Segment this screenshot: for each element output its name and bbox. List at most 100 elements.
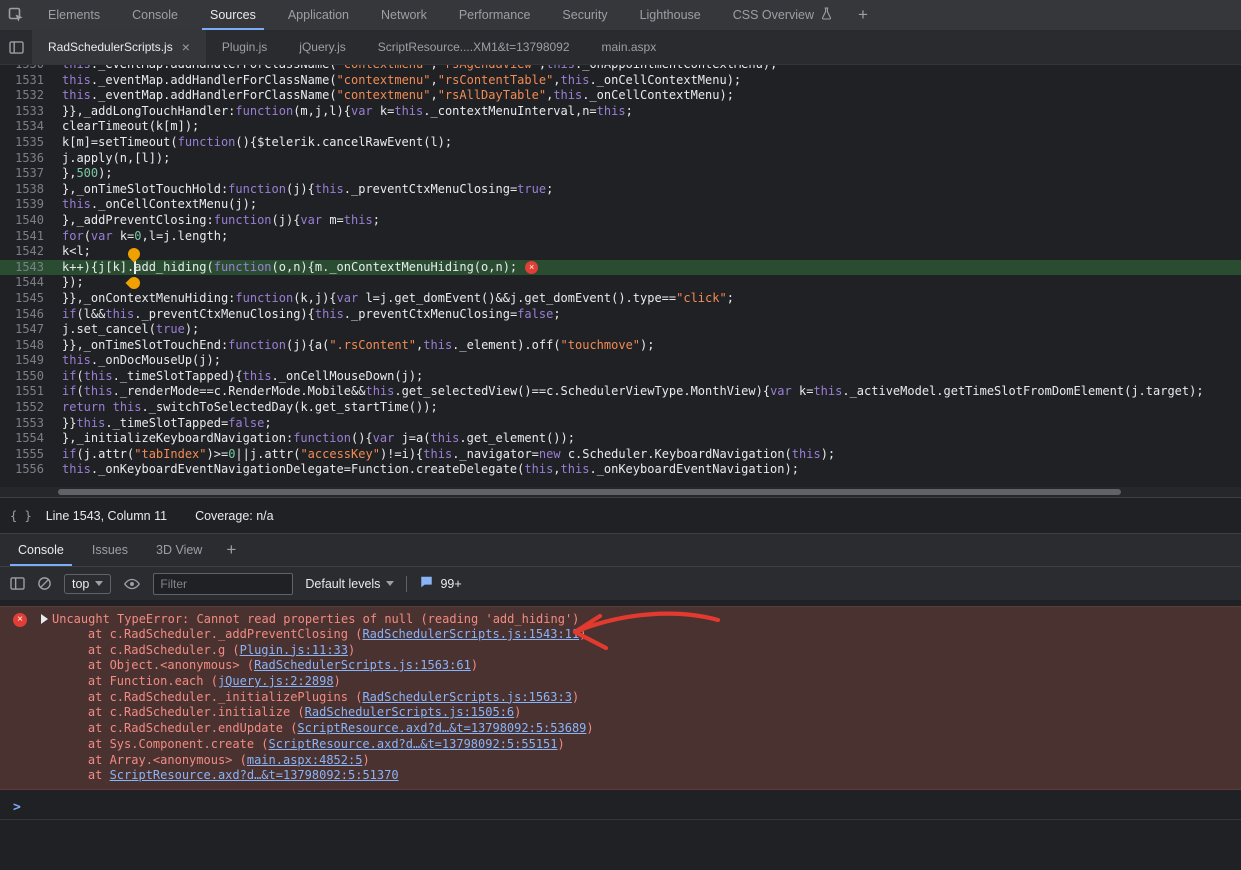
line-number[interactable]: 1540 bbox=[0, 213, 58, 229]
drawer-tab-issues[interactable]: Issues bbox=[78, 534, 142, 566]
scrollbar-thumb[interactable] bbox=[58, 489, 1121, 495]
file-tab-jquery-js[interactable]: jQuery.js bbox=[283, 30, 361, 64]
drawer-tab-console[interactable]: Console bbox=[4, 534, 78, 566]
main-tab-application[interactable]: Application bbox=[272, 0, 365, 30]
console-filter-input[interactable] bbox=[153, 573, 293, 595]
clear-console-icon[interactable] bbox=[37, 576, 52, 591]
inspect-element-icon[interactable] bbox=[0, 0, 32, 30]
line-number[interactable]: 1538 bbox=[0, 182, 58, 198]
context-selector-dropdown[interactable]: top bbox=[64, 574, 111, 594]
file-tabbar: RadSchedulerScripts.js×Plugin.jsjQuery.j… bbox=[0, 30, 1241, 65]
code-line-text: },_onTimeSlotTouchHold:function(j){this.… bbox=[58, 182, 553, 198]
code-line: 1532this._eventMap.addHandlerForClassNam… bbox=[0, 88, 1241, 104]
main-tab-sources[interactable]: Sources bbox=[194, 0, 272, 30]
line-number[interactable]: 1543 bbox=[0, 260, 58, 276]
devtools-window: ElementsConsoleSourcesApplicationNetwork… bbox=[0, 0, 1241, 870]
code-line-text: this._eventMap.addHandlerForClassName("c… bbox=[58, 65, 777, 73]
code-line-text: }); bbox=[58, 275, 84, 291]
stack-location-link[interactable]: main.aspx:4852:5 bbox=[247, 753, 363, 767]
line-number[interactable]: 1548 bbox=[0, 338, 58, 354]
stack-location-link[interactable]: ScriptResource.axd?d…&t=13798092:5:53689 bbox=[297, 721, 586, 735]
stack-location-link[interactable]: ScriptResource.axd?d…&t=13798092:5:55151 bbox=[269, 737, 558, 751]
code-line-text: k<l; bbox=[58, 244, 91, 260]
tab-label: Security bbox=[562, 8, 607, 22]
line-number[interactable]: 1545 bbox=[0, 291, 58, 307]
main-tab-network[interactable]: Network bbox=[365, 0, 443, 30]
console-sidebar-icon[interactable] bbox=[10, 577, 25, 590]
main-tab-lighthouse[interactable]: Lighthouse bbox=[624, 0, 717, 30]
coverage-status: Coverage: n/a bbox=[195, 509, 274, 523]
stack-location-link[interactable]: RadSchedulerScripts.js:1563:61 bbox=[254, 658, 471, 672]
console-prompt[interactable]: > bbox=[0, 796, 1241, 820]
code-line-text: this._onCellContextMenu(j); bbox=[58, 197, 257, 213]
stack-location-link[interactable]: ScriptResource.axd?d…&t=13798092:5:51370 bbox=[110, 768, 399, 782]
file-tab-plugin-js[interactable]: Plugin.js bbox=[206, 30, 283, 64]
code-line: 1543k++){j[k].add_hiding(function(o,n){m… bbox=[0, 260, 1241, 276]
tab-label: Elements bbox=[48, 8, 100, 22]
log-levels-dropdown[interactable]: Default levels bbox=[305, 577, 394, 591]
stack-location-link[interactable]: RadSchedulerScripts.js:1563:3 bbox=[362, 690, 572, 704]
main-tab-security[interactable]: Security bbox=[546, 0, 623, 30]
line-number[interactable]: 1547 bbox=[0, 322, 58, 338]
tab-label: Console bbox=[18, 543, 64, 557]
tab-label: Issues bbox=[92, 543, 128, 557]
main-tab-performance[interactable]: Performance bbox=[443, 0, 547, 30]
line-number[interactable]: 1553 bbox=[0, 416, 58, 432]
line-error-badge-icon[interactable]: × bbox=[525, 261, 538, 274]
add-drawer-tab-button[interactable]: + bbox=[216, 534, 246, 566]
code-line: 1537},500); bbox=[0, 166, 1241, 182]
line-number[interactable]: 1535 bbox=[0, 135, 58, 151]
line-number[interactable]: 1531 bbox=[0, 73, 58, 89]
cursor-position-label: Line 1543, Column 11 bbox=[46, 509, 167, 523]
line-number[interactable]: 1552 bbox=[0, 400, 58, 416]
file-tab-radschedulerscripts-js[interactable]: RadSchedulerScripts.js× bbox=[32, 30, 206, 64]
drawer-tab-3d-view[interactable]: 3D View bbox=[142, 534, 216, 566]
line-number[interactable]: 1554 bbox=[0, 431, 58, 447]
code-line-text: },_addPreventClosing:function(j){var m=t… bbox=[58, 213, 380, 229]
navigator-panel-icon[interactable] bbox=[0, 30, 32, 64]
line-number[interactable]: 1539 bbox=[0, 197, 58, 213]
code-line-text: k++){j[k].add_hiding(function(o,n){m._on… bbox=[58, 260, 517, 276]
line-number[interactable]: 1533 bbox=[0, 104, 58, 120]
line-number[interactable]: 1556 bbox=[0, 462, 58, 478]
line-number[interactable]: 1532 bbox=[0, 88, 58, 104]
line-number[interactable]: 1550 bbox=[0, 369, 58, 385]
line-number[interactable]: 1542 bbox=[0, 244, 58, 260]
stack-location-link[interactable]: RadSchedulerScripts.js:1543:11 bbox=[362, 627, 579, 641]
console-error-message: × Uncaught TypeError: Cannot read proper… bbox=[0, 606, 1241, 790]
line-number[interactable]: 1536 bbox=[0, 151, 58, 167]
line-number[interactable]: 1537 bbox=[0, 166, 58, 182]
line-number[interactable]: 1534 bbox=[0, 119, 58, 135]
expand-triangle-icon[interactable] bbox=[41, 614, 48, 624]
tab-label: Performance bbox=[459, 8, 531, 22]
code-editor[interactable]: 1530this._eventMap.addHandlerForClassNam… bbox=[0, 65, 1241, 487]
line-number[interactable]: 1541 bbox=[0, 229, 58, 245]
stack-trace: at c.RadScheduler._addPreventClosing (Ra… bbox=[41, 627, 594, 784]
line-number[interactable]: 1544 bbox=[0, 275, 58, 291]
tab-label: 3D View bbox=[156, 543, 202, 557]
line-number[interactable]: 1549 bbox=[0, 353, 58, 369]
code-line: 1554},_initializeKeyboardNavigation:func… bbox=[0, 431, 1241, 447]
stack-location-link[interactable]: jQuery.js:2:2898 bbox=[218, 674, 334, 688]
horizontal-scrollbar[interactable] bbox=[0, 487, 1241, 497]
issues-counter[interactable]: 99+ bbox=[419, 575, 461, 592]
line-number[interactable]: 1551 bbox=[0, 384, 58, 400]
pretty-print-button[interactable]: { } bbox=[10, 509, 32, 523]
main-tab-elements[interactable]: Elements bbox=[32, 0, 116, 30]
line-number[interactable]: 1546 bbox=[0, 307, 58, 323]
stack-location-link[interactable]: RadSchedulerScripts.js:1505:6 bbox=[305, 705, 515, 719]
stack-location-link[interactable]: Plugin.js:11:33 bbox=[240, 643, 348, 657]
live-expression-eye-icon[interactable] bbox=[123, 578, 141, 590]
code-line: 1552return this._switchToSelectedDay(k.g… bbox=[0, 400, 1241, 416]
line-number[interactable]: 1530 bbox=[0, 65, 58, 73]
main-tab-css-overview[interactable]: CSS Overview bbox=[717, 0, 848, 30]
issues-bubble-icon bbox=[419, 575, 434, 592]
close-tab-icon[interactable]: × bbox=[182, 40, 190, 54]
file-tab-main-aspx[interactable]: main.aspx bbox=[586, 30, 673, 64]
issues-count-label: 99+ bbox=[440, 577, 461, 591]
tab-label: ScriptResource....XM1&t=13798092 bbox=[378, 40, 570, 54]
main-tab-console[interactable]: Console bbox=[116, 0, 194, 30]
line-number[interactable]: 1555 bbox=[0, 447, 58, 463]
file-tab-scriptresource-xm1-t-13798092[interactable]: ScriptResource....XM1&t=13798092 bbox=[362, 30, 586, 64]
more-panels-button[interactable]: + bbox=[848, 0, 878, 30]
